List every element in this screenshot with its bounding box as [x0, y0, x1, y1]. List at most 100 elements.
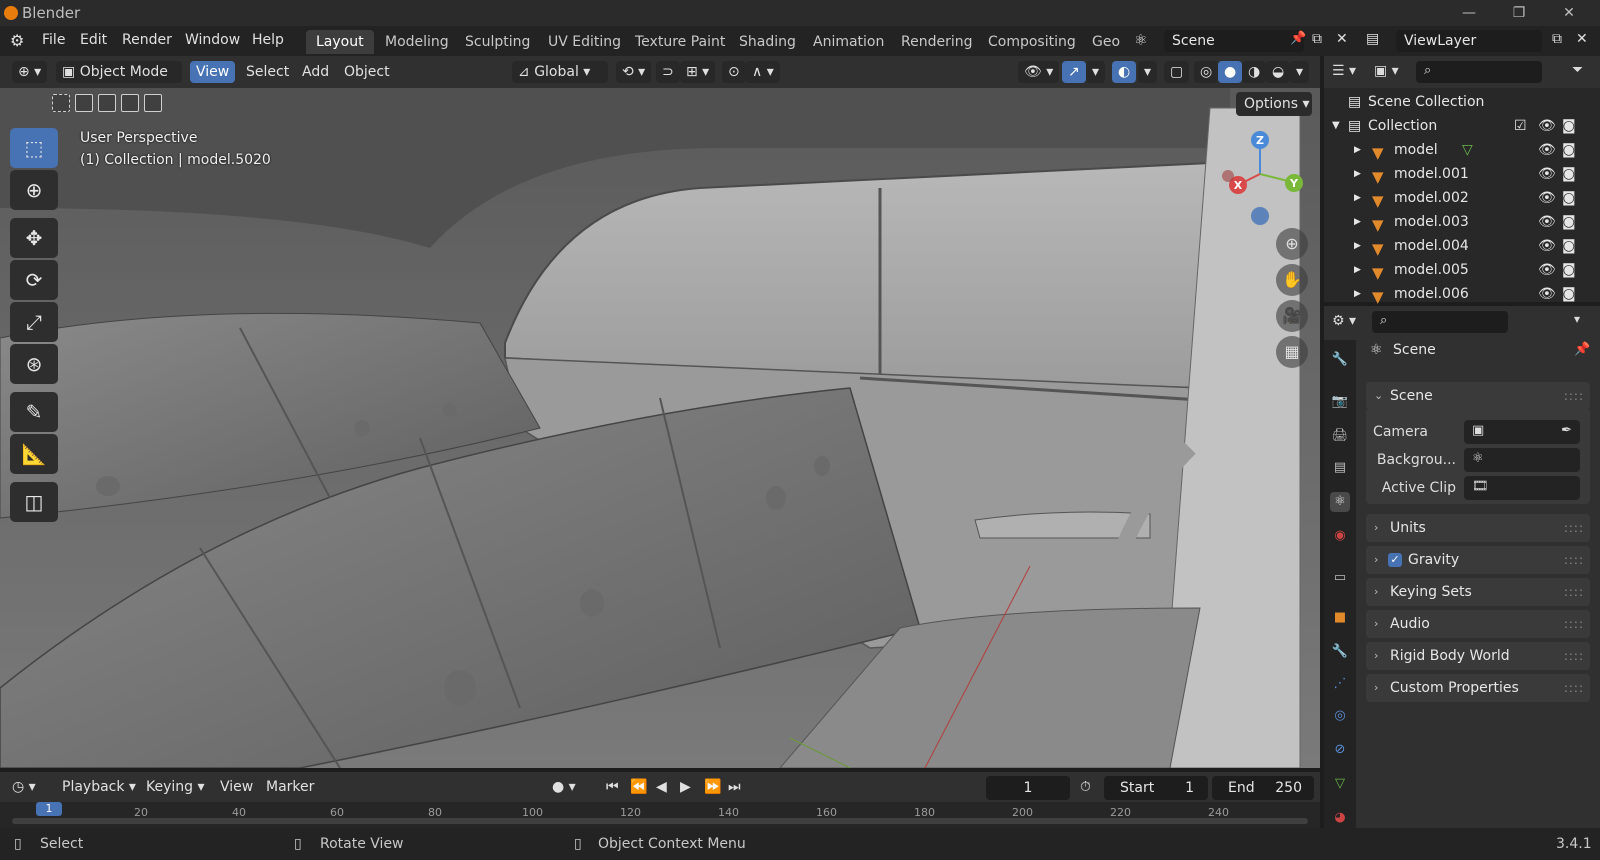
viewlayer-field[interactable]: ViewLayer	[1396, 30, 1542, 52]
pan-hand-icon[interactable]: ✋	[1276, 264, 1308, 296]
outliner-scene-collection[interactable]: ▤ Scene Collection	[1324, 90, 1600, 114]
orientation-dropdown[interactable]: ⊿ Global ▾	[512, 61, 608, 83]
drag-handle-icon[interactable]: ::::	[1564, 546, 1584, 574]
delete-viewlayer-icon[interactable]: ✕	[1576, 31, 1588, 47]
eye-icon[interactable]: 👁	[1538, 186, 1556, 210]
tab-texture-paint[interactable]: Texture Paint	[625, 30, 735, 54]
new-scene-icon[interactable]: ⧉	[1312, 31, 1322, 47]
close-icon[interactable]: ✕	[1560, 4, 1578, 22]
select-intersect-icon[interactable]	[144, 94, 162, 112]
end-frame-field[interactable]: End 250	[1212, 776, 1314, 800]
measure-tool-icon[interactable]: 📐	[10, 434, 58, 474]
outliner-item[interactable]: ▶ ▼ model.005 👁 ◙	[1324, 258, 1600, 282]
eye-icon[interactable]: 👁	[1538, 234, 1556, 258]
collection-tab-icon[interactable]: ▭	[1330, 568, 1350, 588]
add-menu[interactable]: Add	[296, 61, 335, 83]
zoom-icon[interactable]: ⊕	[1276, 228, 1308, 260]
rotate-tool-icon[interactable]: ⟳	[10, 260, 58, 300]
scene-panel-header[interactable]: ⌄ Scene ::::	[1366, 382, 1590, 410]
proportional-falloff-icon[interactable]: ∧ ▾	[746, 61, 780, 83]
annotate-tool-icon[interactable]: ✎	[10, 392, 58, 432]
camera-icon[interactable]: ◙	[1562, 162, 1576, 186]
navigation-gizmo[interactable]: Z X Y	[1210, 126, 1310, 236]
menu-edit[interactable]: Edit	[80, 32, 107, 48]
jump-start-icon[interactable]: ⏮	[606, 779, 619, 795]
active-clip-field[interactable]: 🎞	[1464, 476, 1580, 500]
menu-file[interactable]: File	[42, 32, 65, 48]
eye-icon[interactable]: 👁	[1538, 258, 1556, 282]
display-mode-icon[interactable]: ▣ ▾	[1374, 63, 1399, 79]
panel-keying-sets[interactable]: › Keying Sets::::	[1366, 578, 1590, 606]
properties-options-icon[interactable]: ▾	[1574, 312, 1580, 326]
options-dropdown[interactable]: Options ▾	[1236, 92, 1312, 116]
scene-tab-icon[interactable]: ⚛	[1330, 492, 1350, 512]
menu-help[interactable]: Help	[252, 32, 284, 48]
record-icon[interactable]: ● ▾	[552, 779, 576, 795]
select-menu[interactable]: Select	[240, 61, 295, 83]
current-frame-field[interactable]: 1	[986, 776, 1070, 800]
next-keyframe-icon[interactable]: ⏩	[704, 779, 721, 795]
outliner-item[interactable]: ▶ ▼ model.002 👁 ◙	[1324, 186, 1600, 210]
camera-icon[interactable]: ◙	[1562, 114, 1576, 138]
move-tool-icon[interactable]: ✥	[10, 218, 58, 258]
object-menu[interactable]: Object	[338, 61, 396, 83]
eye-icon[interactable]: 👁	[1538, 162, 1556, 186]
gizmo-dropdown[interactable]: ▾	[1086, 61, 1106, 83]
physics-tab-icon[interactable]: ◎	[1330, 706, 1350, 726]
xray-toggle-icon[interactable]: ▢	[1164, 61, 1190, 83]
scale-tool-icon[interactable]: ⤢	[10, 302, 58, 342]
camera-icon[interactable]: ◙	[1562, 234, 1576, 258]
menu-render[interactable]: Render	[122, 32, 172, 48]
wireframe-shading-icon[interactable]: ◎	[1194, 61, 1219, 83]
maximize-icon[interactable]: ❐	[1510, 4, 1528, 22]
expand-icon[interactable]: ▶	[1354, 258, 1361, 282]
background-field[interactable]: ⚛	[1464, 448, 1580, 472]
gizmo-toggle[interactable]: ↗	[1062, 61, 1086, 83]
eye-icon[interactable]: 👁	[1538, 282, 1556, 306]
minimize-icon[interactable]: —	[1460, 4, 1478, 22]
3d-viewport[interactable]	[0, 88, 1320, 768]
mesh-data-icon[interactable]: ▽	[1462, 138, 1473, 162]
material-shading-icon[interactable]: ◑	[1242, 61, 1267, 83]
outliner-item[interactable]: ▶ ▼ model.004 👁 ◙	[1324, 234, 1600, 258]
particles-tab-icon[interactable]: ⋰	[1330, 674, 1350, 694]
new-viewlayer-icon[interactable]: ⧉	[1552, 31, 1562, 47]
jump-end-icon[interactable]: ⏭	[728, 779, 741, 795]
constraints-tab-icon[interactable]: ⊘	[1330, 740, 1350, 760]
camera-icon[interactable]: ◙	[1562, 186, 1576, 210]
pivot-point-button[interactable]: ⟲ ▾	[616, 61, 652, 83]
select-extend-icon[interactable]	[75, 94, 93, 112]
playhead[interactable]: 1	[36, 802, 62, 816]
drag-handle-icon[interactable]: ::::	[1564, 674, 1584, 702]
delete-scene-icon[interactable]: ✕	[1336, 31, 1348, 47]
stopwatch-icon[interactable]: ⏱	[1080, 779, 1091, 795]
select-subtract-icon[interactable]	[98, 94, 116, 112]
pin-icon[interactable]: 📌	[1290, 31, 1306, 46]
add-cube-tool-icon[interactable]: ◫	[10, 482, 58, 522]
tab-modeling[interactable]: Modeling	[375, 30, 459, 54]
view-layer-tab-icon[interactable]: ▤	[1330, 458, 1350, 478]
expand-icon[interactable]: ▶	[1354, 282, 1361, 306]
panel-units[interactable]: › Units::::	[1366, 514, 1590, 542]
snap-toggle-icon[interactable]: ⊃	[656, 61, 680, 83]
scene-field[interactable]: Scene	[1164, 30, 1304, 52]
timeline-editor-icon[interactable]: ◷ ▾	[12, 779, 36, 795]
outliner-collection[interactable]: ▼ ▤ Collection ☑ 👁 ◙	[1324, 114, 1600, 138]
tab-geo[interactable]: Geo	[1082, 30, 1130, 54]
tab-animation[interactable]: Animation	[803, 30, 894, 54]
camera-icon[interactable]: ◙	[1562, 258, 1576, 282]
material-tab-icon[interactable]: ◕	[1330, 808, 1350, 828]
drag-handle-icon[interactable]: ::::	[1564, 382, 1584, 410]
checkbox-icon[interactable]: ☑	[1514, 114, 1527, 138]
outliner-editor-icon[interactable]: ☰ ▾	[1332, 63, 1356, 79]
scene-selector-icon[interactable]: ⚛	[1134, 31, 1147, 49]
prev-keyframe-icon[interactable]: ⏪	[630, 779, 647, 795]
drag-handle-icon[interactable]: ::::	[1564, 514, 1584, 542]
tab-layout[interactable]: Layout	[306, 30, 374, 54]
object-tab-icon[interactable]: ■	[1330, 608, 1350, 628]
editor-type-button[interactable]: ⊕ ▾	[12, 61, 48, 83]
eye-icon[interactable]: 👁	[1538, 138, 1556, 162]
outliner-item[interactable]: ▶ ▼ model.006 👁 ◙	[1324, 282, 1600, 306]
panel-rigid-body-world[interactable]: › Rigid Body World::::	[1366, 642, 1590, 670]
camera-icon[interactable]: ◙	[1562, 282, 1576, 306]
